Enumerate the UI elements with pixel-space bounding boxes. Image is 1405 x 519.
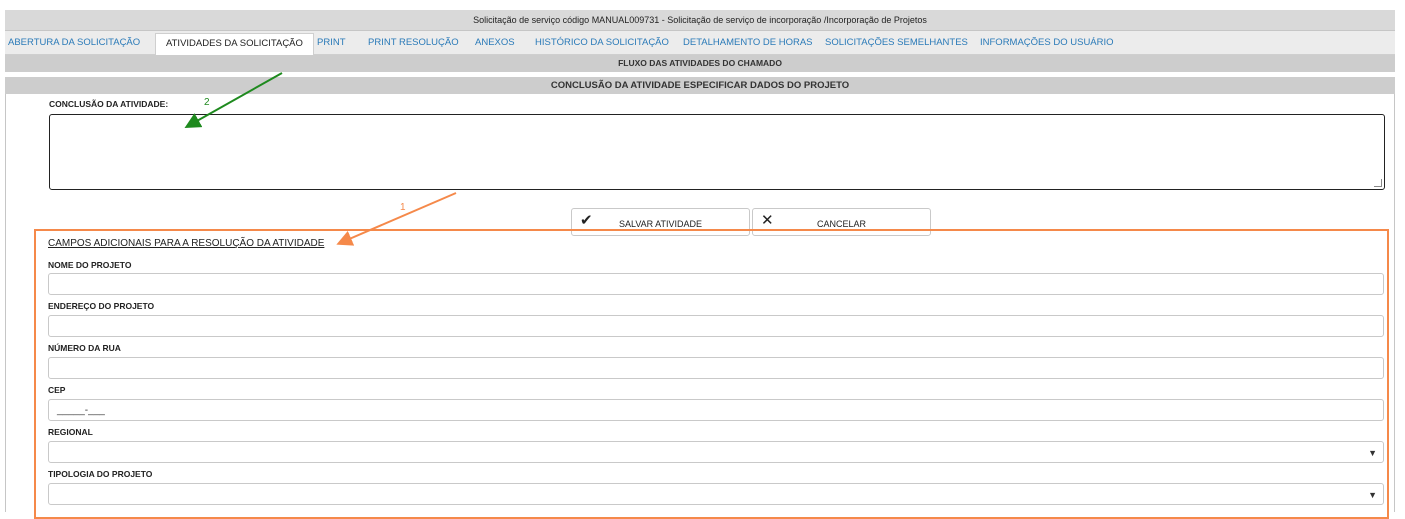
tab-informacoes-usuario[interactable]: INFORMAÇÕES DO USUÁRIO bbox=[980, 31, 1114, 54]
project-address-input[interactable] bbox=[48, 315, 1384, 337]
conclusion-textarea[interactable] bbox=[49, 114, 1385, 190]
tab-atividades[interactable]: ATIVIDADES DA SOLICITAÇÃO bbox=[155, 33, 314, 56]
tab-anexos[interactable]: ANEXOS bbox=[475, 31, 515, 54]
tab-print[interactable]: PRINT bbox=[317, 31, 346, 54]
project-name-input[interactable] bbox=[48, 273, 1384, 295]
tab-historico[interactable]: HISTÓRICO DA SOLICITAÇÃO bbox=[535, 31, 669, 54]
window-title: Solicitação de serviço código MANUAL0097… bbox=[5, 10, 1395, 31]
tab-detalhamento-horas[interactable]: DETALHAMENTO DE HORAS bbox=[683, 31, 813, 54]
tab-print-resolucao[interactable]: PRINT RESOLUÇÃO bbox=[368, 31, 459, 54]
project-type-select[interactable]: ▼ bbox=[48, 483, 1384, 505]
tab-abertura[interactable]: ABERTURA DA SOLICITAÇÃO bbox=[8, 31, 140, 54]
content-right-border bbox=[1394, 94, 1395, 512]
cancel-label: CANCELAR bbox=[816, 219, 866, 229]
regional-label: REGIONAL bbox=[48, 427, 93, 437]
chevron-down-icon[interactable]: ▼ bbox=[1368, 442, 1377, 464]
cep-label: CEP bbox=[48, 385, 66, 395]
chevron-down-icon[interactable]: ▼ bbox=[1368, 484, 1377, 506]
resize-grip-icon[interactable] bbox=[1374, 179, 1382, 187]
save-activity-label: SALVAR ATIVIDADE bbox=[618, 219, 703, 229]
tab-bar: ABERTURA DA SOLICITAÇÃO ATIVIDADES DA SO… bbox=[5, 31, 1395, 56]
cep-input[interactable]: _____-___ bbox=[48, 399, 1384, 421]
conclusion-label: CONCLUSÃO DA ATIVIDADE: bbox=[49, 99, 169, 109]
additional-fields-heading: CAMPOS ADICIONAIS PARA A RESOLUÇÃO DA AT… bbox=[48, 238, 325, 249]
content-left-border bbox=[5, 94, 6, 512]
conclusion-section-bar: CONCLUSÃO DA ATIVIDADE ESPECIFICAR DADOS… bbox=[5, 77, 1395, 94]
street-number-input[interactable] bbox=[48, 357, 1384, 379]
project-address-label: ENDEREÇO DO PROJETO bbox=[48, 301, 155, 311]
annotation-marker-1: 1 bbox=[400, 202, 406, 213]
flow-section-bar: FLUXO DAS ATIVIDADES DO CHAMADO bbox=[5, 55, 1395, 72]
regional-select[interactable]: ▼ bbox=[48, 441, 1384, 463]
street-number-label: NÚMERO DA RUA bbox=[48, 343, 121, 353]
project-type-label: TIPOLOGIA DO PROJETO bbox=[48, 469, 153, 479]
project-name-label: NOME DO PROJETO bbox=[48, 260, 132, 270]
annotation-marker-2: 2 bbox=[204, 97, 210, 108]
tab-solicitacoes-semelhantes[interactable]: SOLICITAÇÕES SEMELHANTES bbox=[825, 31, 968, 54]
